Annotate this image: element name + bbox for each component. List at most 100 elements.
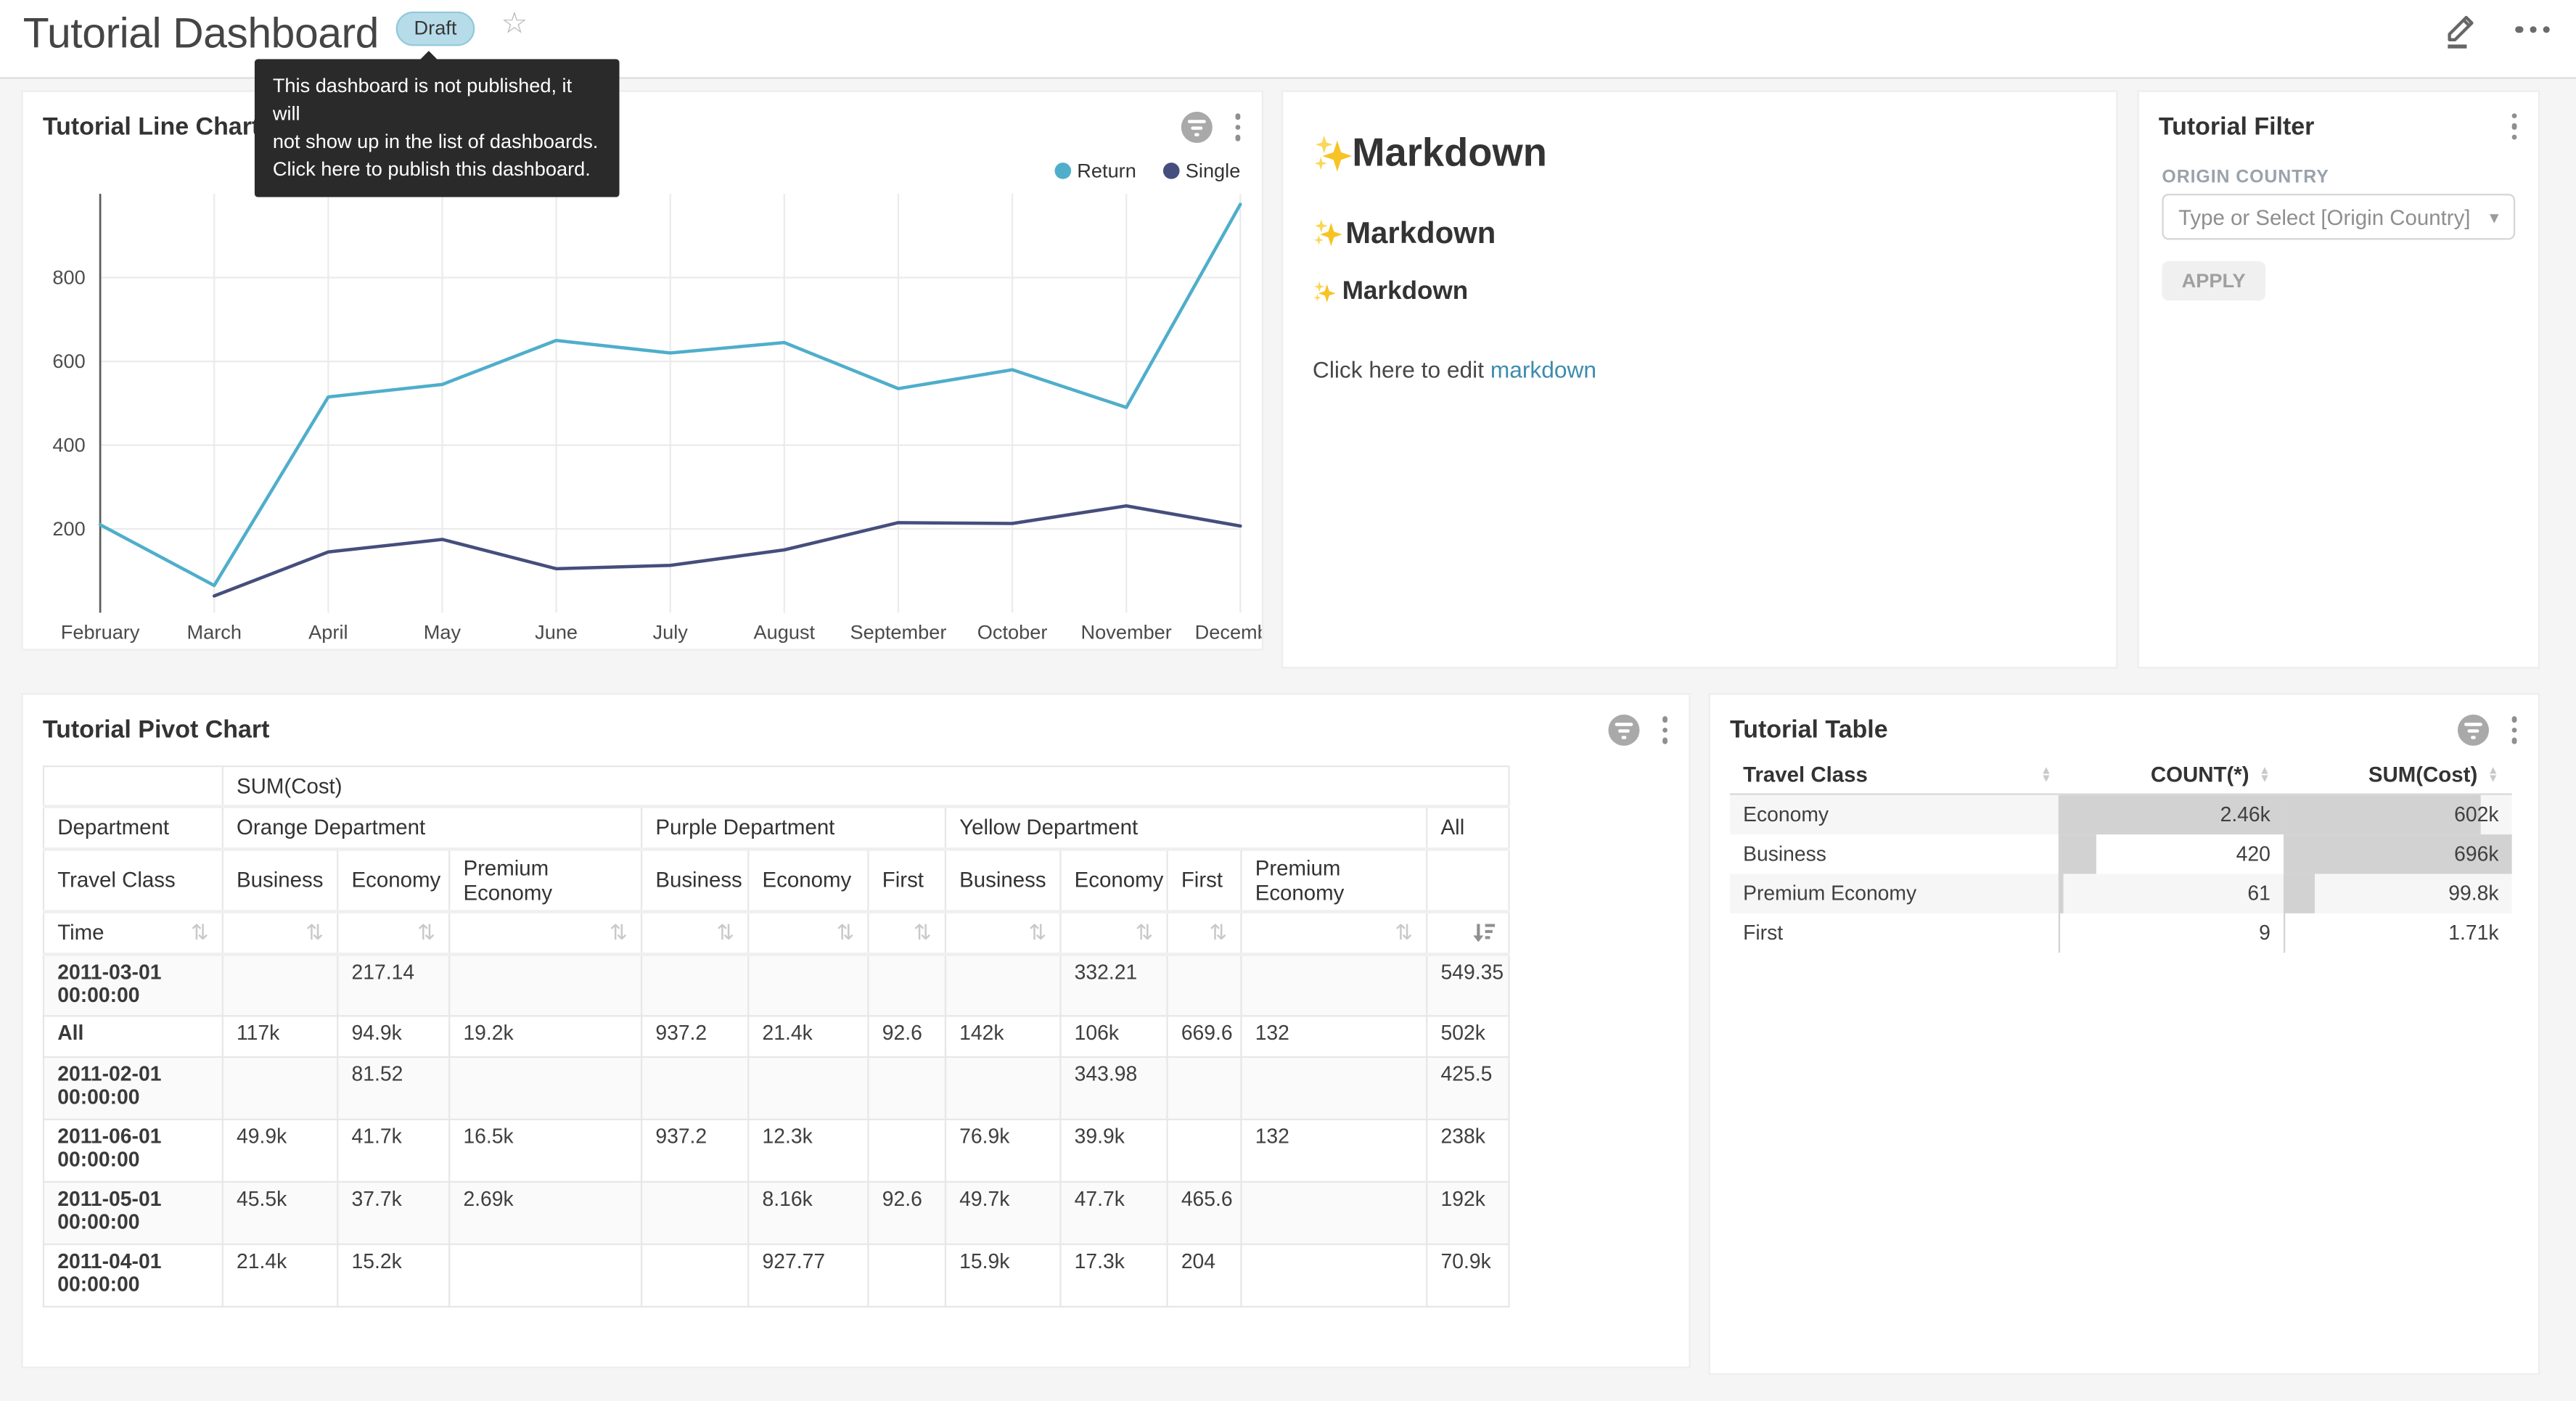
pivot-column-header: Economy	[1060, 848, 1167, 911]
pivot-data-row: 2011-04-01 00:00:0021.4k15.2k927.7715.9k…	[44, 1244, 1509, 1307]
pivot-row-header: All	[44, 1016, 223, 1057]
count-cell: 2.46k	[2059, 795, 2284, 834]
pivot-time-header[interactable]: Time⇅	[44, 911, 223, 953]
sort-icon[interactable]: ▲▼	[2487, 766, 2499, 783]
sort-updown-icon[interactable]: ⇅	[716, 921, 734, 944]
pivot-value-cell: 502k	[1427, 1016, 1509, 1057]
column-header-count[interactable]: COUNT(*) ▲▼	[2059, 755, 2284, 793]
pivot-value-cell: 106k	[1060, 1016, 1167, 1057]
legend-dot	[1054, 163, 1071, 179]
applied-filter-icon[interactable]	[2457, 715, 2488, 746]
pivot-title: Tutorial Pivot Chart	[43, 716, 270, 744]
markdown-h1: Markdown	[1313, 131, 2086, 177]
pivot-sort-cell[interactable]: ⇅	[449, 911, 641, 953]
pivot-column-header	[1427, 848, 1509, 911]
column-header-label: SUM(Cost)	[2368, 762, 2477, 786]
markdown-edit-link[interactable]: markdown	[1490, 356, 1596, 382]
pivot-data-row: 2011-02-01 00:00:0081.52343.98425.5	[44, 1057, 1509, 1119]
legend-item-single[interactable]: Single	[1162, 160, 1240, 183]
pivot-value-cell	[449, 953, 641, 1016]
pivot-sort-cell[interactable]: ⇅	[946, 911, 1060, 953]
chart-menu-icon[interactable]	[1657, 715, 1672, 745]
sort-updown-icon[interactable]: ⇅	[1395, 921, 1413, 944]
pivot-value-cell: 669.6	[1168, 1016, 1242, 1057]
sort-updown-icon[interactable]: ⇅	[1210, 921, 1228, 944]
pivot-value-cell: 332.21	[1060, 953, 1167, 1016]
sparkles-icon	[1313, 281, 1336, 304]
pivot-value-cell	[449, 1244, 641, 1307]
column-header-label: COUNT(*)	[2151, 762, 2249, 786]
origin-country-select[interactable]: Type or Select [Origin Country] ▾	[2162, 194, 2515, 239]
dashboard-page: Tutorial Dashboard Draft ☆ This dashboar…	[0, 0, 2576, 1401]
y-tick-label: 600	[52, 350, 85, 372]
pivot-value-cell: 49.9k	[223, 1119, 337, 1182]
filter-menu-icon[interactable]	[2506, 112, 2522, 141]
edit-dashboard-icon[interactable]	[2444, 9, 2483, 50]
pivot-column-header: First	[869, 848, 946, 911]
pivot-sort-cell[interactable]: ⇅	[641, 911, 748, 953]
pivot-value-cell: 8.16k	[748, 1182, 868, 1244]
pivot-sort-cell[interactable]: ⇅	[1060, 911, 1167, 953]
pivot-group-header: Yellow Department	[946, 805, 1427, 848]
sort-updown-icon[interactable]: ⇅	[1028, 921, 1046, 944]
sparkles-icon	[1313, 135, 1352, 174]
value-bar	[2059, 834, 2097, 874]
pivot-value-cell: 15.9k	[946, 1244, 1060, 1307]
travel-class-cell: Business	[1730, 834, 2059, 874]
favorite-star-icon[interactable]: ☆	[501, 7, 528, 41]
pivot-value-cell: 142k	[946, 1016, 1060, 1057]
pivot-sort-cell[interactable]: ⇅	[1168, 911, 1242, 953]
sort-updown-icon[interactable]: ⇅	[305, 921, 324, 944]
applied-filter-icon[interactable]	[1181, 112, 1212, 143]
pivot-value-cell	[1241, 1182, 1427, 1244]
draft-tooltip: This dashboard is not published, it will…	[255, 59, 620, 197]
pivot-value-cell	[946, 1057, 1060, 1119]
sort-icon[interactable]: ▲▼	[2040, 766, 2052, 783]
chart-menu-icon[interactable]	[2506, 715, 2522, 745]
sort-updown-icon[interactable]: ⇅	[610, 921, 628, 944]
more-actions-icon[interactable]	[2516, 26, 2550, 33]
apply-button[interactable]: APPLY	[2162, 261, 2265, 300]
pivot-value-cell	[449, 1057, 641, 1119]
pivot-value-cell: 49.7k	[946, 1182, 1060, 1244]
sort-updown-icon[interactable]: ⇅	[837, 921, 855, 944]
pivot-value-cell: 204	[1168, 1244, 1242, 1307]
value-bar	[2284, 795, 2480, 834]
sort-icon[interactable]: ▲▼	[2259, 766, 2271, 783]
pivot-value-cell	[748, 953, 868, 1016]
pivot-data-row: 2011-05-01 00:00:0045.5k37.7k2.69k8.16k9…	[44, 1182, 1509, 1244]
pivot-sort-cell[interactable]: ⇅	[748, 911, 868, 953]
sort-updown-icon[interactable]: ⇅	[914, 921, 932, 944]
pivot-value-cell	[223, 1057, 337, 1119]
sort-updown-icon[interactable]: ⇅	[1136, 921, 1154, 944]
chevron-down-icon: ▾	[2490, 206, 2499, 227]
pivot-corner-cell	[44, 766, 223, 805]
pivot-sort-cell[interactable]: ⇅	[223, 911, 337, 953]
line-chart-card: Tutorial Line Chart ReturnSingle 2004006…	[23, 92, 1262, 649]
column-header-travel-class[interactable]: Travel Class▲▼	[1730, 755, 2059, 793]
column-header-sum-cost[interactable]: SUM(Cost) ▲▼	[2284, 755, 2512, 793]
pivot-value-cell: 238k	[1427, 1119, 1509, 1182]
pivot-sort-cell[interactable]: ⇅	[869, 911, 946, 953]
pivot-sort-cell[interactable]: ⇅	[1241, 911, 1427, 953]
pivot-sort-cell[interactable]	[1427, 911, 1509, 953]
filter-card: Tutorial Filter ORIGIN COUNTRY Type or S…	[2139, 92, 2538, 667]
pivot-group-header: All	[1427, 805, 1509, 848]
legend-item-return[interactable]: Return	[1054, 160, 1136, 183]
applied-filter-icon[interactable]	[1608, 715, 1639, 746]
sort-updown-icon[interactable]: ⇅	[417, 921, 435, 944]
value-bar	[2284, 874, 2315, 913]
chart-menu-icon[interactable]	[1230, 112, 1245, 142]
status-badge[interactable]: Draft	[396, 12, 475, 46]
pivot-value-cell: 21.4k	[223, 1244, 337, 1307]
sort-updown-icon[interactable]: ⇅	[191, 921, 209, 944]
pivot-value-cell	[641, 1244, 748, 1307]
pivot-value-cell	[1168, 953, 1242, 1016]
pivot-value-cell	[869, 1057, 946, 1119]
pivot-value-cell	[641, 953, 748, 1016]
pivot-value-cell	[869, 1119, 946, 1182]
sort-descending-icon[interactable]	[1472, 921, 1496, 942]
markdown-h3: Markdown	[1313, 278, 2086, 308]
markdown-card: Markdown Markdown Markdown Click here to…	[1283, 92, 2116, 667]
pivot-sort-cell[interactable]: ⇅	[337, 911, 449, 953]
